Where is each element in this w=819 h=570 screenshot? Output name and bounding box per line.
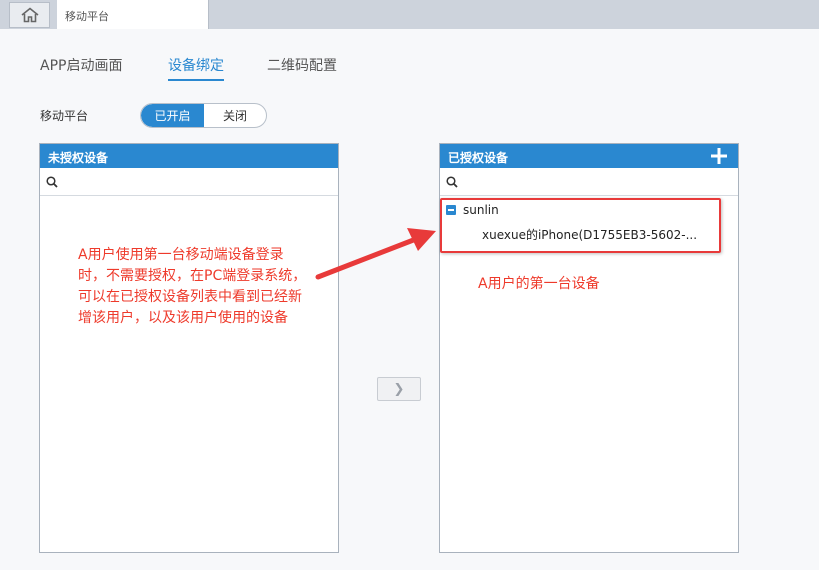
top-tab-bar: 移动平台 xyxy=(0,0,819,29)
tab-app-launch-screen[interactable]: APP启动画面 xyxy=(40,55,122,79)
toggle-on-option[interactable]: 已开启 xyxy=(141,104,204,127)
panel-title: 已授权设备 xyxy=(440,144,738,168)
unauthorized-devices-panel: 未授权设备 xyxy=(39,143,339,553)
search-bar xyxy=(40,168,338,196)
move-to-authorized-button[interactable]: ❯ xyxy=(377,377,421,401)
toggle-off-option[interactable]: 关闭 xyxy=(204,104,266,127)
panel-title-text: 已授权设备 xyxy=(448,151,509,165)
home-icon xyxy=(20,7,39,23)
search-icon xyxy=(446,175,458,188)
annotation-right-note: A用户的第一台设备 xyxy=(478,276,600,292)
tab-qrcode-config[interactable]: 二维码配置 xyxy=(267,55,337,79)
search-bar xyxy=(440,168,738,196)
home-button[interactable] xyxy=(9,2,50,28)
authorized-search-input[interactable] xyxy=(462,171,738,192)
annotation-left-note: A用户使用第一台移动端设备登录时，不需要授权，在PC端登录系统，可以在已授权设备… xyxy=(78,247,307,326)
mobile-platform-toggle[interactable]: 已开启 关闭 xyxy=(140,103,267,128)
tab-mobile-platform[interactable]: 移动平台 xyxy=(57,0,209,29)
plus-icon xyxy=(711,148,727,164)
search-icon xyxy=(46,175,58,188)
tab-device-binding[interactable]: 设备绑定 xyxy=(168,55,224,81)
annotation-highlight-box xyxy=(440,198,721,253)
unauthorized-search-input[interactable] xyxy=(62,171,338,192)
add-device-button[interactable] xyxy=(708,144,730,168)
annotation-arrow-icon xyxy=(315,228,436,280)
chevron-right-icon: ❯ xyxy=(393,381,405,397)
mobile-platform-label: 移动平台 xyxy=(40,109,89,123)
panel-title: 未授权设备 xyxy=(40,144,338,168)
